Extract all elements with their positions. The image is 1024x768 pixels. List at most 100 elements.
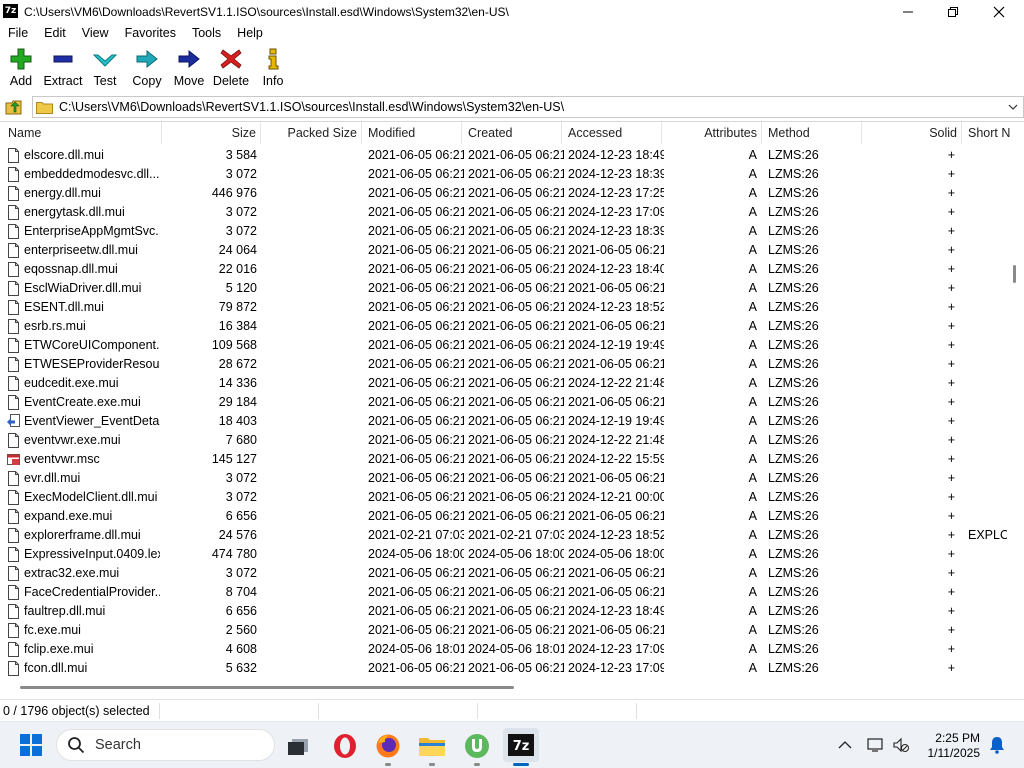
- table-row[interactable]: evr.dll.mui 3 072 2021-06-05 06:21 2021-06-…: [0, 469, 1006, 488]
- table-row[interactable]: embeddedmodesvc.dll.... 3 072 2021-06-05 0…: [0, 165, 1006, 184]
- menu-view[interactable]: View: [74, 26, 117, 40]
- file-modified: 2021-06-05 06:21: [368, 186, 464, 200]
- table-row[interactable]: fc.exe.mui 2 560 2021-06-05 06:21 2021-06-0…: [0, 621, 1006, 640]
- column-size[interactable]: Size: [162, 122, 261, 144]
- start-button[interactable]: [20, 734, 42, 756]
- vertical-scroll-thumb[interactable]: [1013, 265, 1016, 283]
- network-tray-button[interactable]: [866, 735, 886, 755]
- file-short-name: [968, 317, 1008, 336]
- test-button[interactable]: Test: [84, 45, 126, 91]
- table-row[interactable]: esrb.rs.mui 16 384 2021-06-05 06:21 2021-06…: [0, 317, 1006, 336]
- file-icon: [8, 300, 19, 315]
- column-modified[interactable]: Modified: [362, 122, 462, 144]
- task-view-button[interactable]: [282, 730, 314, 762]
- file-list[interactable]: Name Size Packed Size Modified Created A…: [0, 121, 1024, 699]
- menu-tools[interactable]: Tools: [184, 26, 229, 40]
- address-dropdown[interactable]: [1006, 100, 1020, 114]
- table-row[interactable]: elscore.dll.mui 3 584 2021-06-05 06:21 2021…: [0, 146, 1006, 165]
- utorrent-button[interactable]: [461, 730, 493, 766]
- table-row[interactable]: eventvwr.exe.mui 7 680 2021-06-05 06:21 202…: [0, 431, 1006, 450]
- maximize-button[interactable]: [930, 0, 976, 23]
- table-row[interactable]: faultrep.dll.mui 6 656 2021-06-05 06:21 202…: [0, 602, 1006, 621]
- info-button[interactable]: Info: [252, 45, 294, 91]
- file-solid: +: [947, 490, 955, 504]
- file-accessed: 2021-06-05 06:21: [568, 566, 664, 580]
- taskbar-search[interactable]: Search: [56, 729, 275, 761]
- file-created: 2021-06-05 06:21: [468, 471, 564, 485]
- menu-favorites[interactable]: Favorites: [117, 26, 184, 40]
- table-row[interactable]: fclip.exe.mui 4 608 2024-05-06 18:01 2024-0…: [0, 640, 1006, 659]
- column-accessed[interactable]: Accessed: [562, 122, 662, 144]
- 7zip-taskbar-button[interactable]: 7z: [503, 728, 539, 766]
- menu-help[interactable]: Help: [229, 26, 271, 40]
- delete-button[interactable]: Delete: [210, 45, 252, 91]
- volume-tray-button[interactable]: [891, 735, 911, 755]
- table-row[interactable]: ETWCoreUIComponent... 109 568 2021-06-05 0…: [0, 336, 1006, 355]
- table-row[interactable]: ExpressiveInput.0409.lex 474 780 2024-05-0…: [0, 545, 1006, 564]
- extract-button[interactable]: Extract: [42, 45, 84, 91]
- file-short-name: [968, 469, 1008, 488]
- table-row[interactable]: fcon.dll.mui 5 632 2021-06-05 06:21 2021-06…: [0, 659, 1006, 678]
- file-created: 2021-06-05 06:21: [468, 167, 564, 181]
- file-accessed: 2024-12-22 21:48: [568, 433, 664, 447]
- file-modified: 2021-06-05 06:21: [368, 262, 464, 276]
- table-row[interactable]: EsclWiaDriver.dll.mui 5 120 2021-06-05 06:…: [0, 279, 1006, 298]
- file-short-name: [968, 222, 1008, 241]
- column-attributes[interactable]: Attributes: [662, 122, 762, 144]
- table-row[interactable]: enterpriseetw.dll.mui 24 064 2021-06-05 06…: [0, 241, 1006, 260]
- file-explorer-button[interactable]: [416, 730, 448, 766]
- address-bar[interactable]: C:\Users\VM6\Downloads\RevertSV1.1.ISO\s…: [32, 96, 1024, 118]
- menu-file[interactable]: File: [0, 26, 36, 40]
- 7zip-app-icon[interactable]: 7z: [3, 4, 18, 18]
- file-method: LZMS:26: [768, 528, 819, 542]
- table-row[interactable]: ExecModelClient.dll.mui 3 072 2021-06-05 0…: [0, 488, 1006, 507]
- table-row[interactable]: explorerframe.dll.mui 24 576 2021-02-21 07…: [0, 526, 1008, 545]
- up-folder-button[interactable]: [4, 98, 24, 116]
- file-attributes: A: [748, 186, 757, 200]
- column-solid[interactable]: Solid: [862, 122, 962, 144]
- close-button[interactable]: [976, 0, 1022, 23]
- notifications-button[interactable]: [987, 735, 1007, 755]
- table-row[interactable]: ESENT.dll.mui 79 872 2021-06-05 06:21 2021-…: [0, 298, 1006, 317]
- table-row[interactable]: ETWESEProviderResour... 28 672 2021-06-05 …: [0, 355, 1006, 374]
- horizontal-scroll-thumb[interactable]: [20, 686, 514, 689]
- file-attributes: A: [748, 414, 757, 428]
- file-solid: +: [947, 376, 955, 390]
- add-button[interactable]: Add: [0, 45, 42, 91]
- vertical-scrollbar[interactable]: [1007, 143, 1024, 680]
- file-icon: [8, 224, 19, 239]
- table-row[interactable]: energy.dll.mui 446 976 2021-06-05 06:21 202…: [0, 184, 1006, 203]
- opera-button[interactable]: [329, 730, 361, 762]
- table-row[interactable]: eqossnap.dll.mui 22 016 2021-06-05 06:21 20…: [0, 260, 1006, 279]
- file-size: 5 632: [225, 661, 257, 675]
- file-modified: 2021-06-05 06:21: [368, 452, 464, 466]
- taskbar-clock[interactable]: 2:25 PM 1/11/2025: [916, 731, 981, 761]
- show-hidden-icons-button[interactable]: [835, 735, 855, 755]
- menu-edit[interactable]: Edit: [36, 26, 74, 40]
- table-row[interactable]: energytask.dll.mui 3 072 2021-06-05 06:21 2…: [0, 203, 1006, 222]
- file-modified: 2021-06-05 06:21: [368, 509, 464, 523]
- table-row[interactable]: EnterpriseAppMgmtSvc... 3 072 2021-06-05 0…: [0, 222, 1006, 241]
- move-button[interactable]: Move: [168, 45, 210, 91]
- table-row[interactable]: EventViewer_EventDetai... 18 403 2021-06-0…: [0, 412, 1006, 431]
- file-accessed: 2024-12-22 15:59: [568, 452, 664, 466]
- file-modified: 2024-05-06 18:01: [368, 642, 464, 656]
- column-name[interactable]: Name: [0, 122, 162, 144]
- copy-button[interactable]: Copy: [126, 45, 168, 91]
- horizontal-scrollbar[interactable]: [0, 680, 1007, 694]
- column-short-name[interactable]: Short N: [962, 122, 1024, 144]
- table-row[interactable]: eventvwr.msc 145 127 2021-06-05 06:21 2021-…: [0, 450, 1006, 469]
- column-packed-size[interactable]: Packed Size: [261, 122, 362, 144]
- table-row[interactable]: EventCreate.exe.mui 29 184 2021-06-05 06:2…: [0, 393, 1006, 412]
- file-created: 2024-05-06 18:01: [468, 642, 564, 656]
- table-row[interactable]: expand.exe.mui 6 656 2021-06-05 06:21 2021-…: [0, 507, 1006, 526]
- file-accessed: 2021-06-05 06:21: [568, 243, 664, 257]
- table-row[interactable]: eudcedit.exe.mui 14 336 2021-06-05 06:21 20…: [0, 374, 1006, 393]
- table-row[interactable]: extrac32.exe.mui 3 072 2021-06-05 06:21 202…: [0, 564, 1006, 583]
- 7zip-icon: 7z: [508, 734, 534, 756]
- minimize-button[interactable]: [885, 0, 931, 23]
- firefox-button[interactable]: [372, 730, 404, 766]
- column-created[interactable]: Created: [462, 122, 562, 144]
- column-method[interactable]: Method: [762, 122, 862, 144]
- table-row[interactable]: FaceCredentialProvider.... 8 704 2021-06-0…: [0, 583, 1006, 602]
